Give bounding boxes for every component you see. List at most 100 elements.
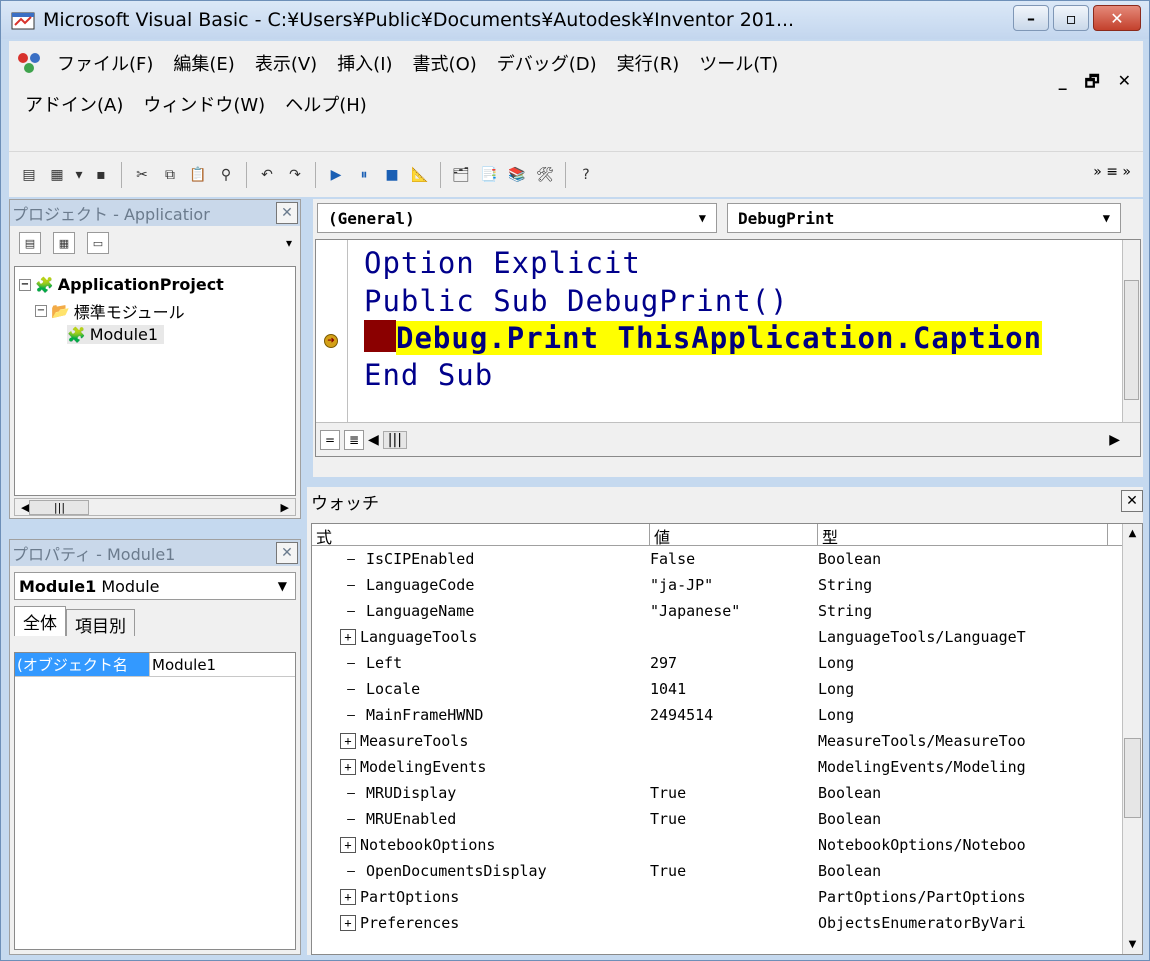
- properties-window-icon[interactable]: 📑: [478, 164, 500, 186]
- full-module-view-icon[interactable]: ≣: [344, 429, 364, 450]
- scroll-down-icon[interactable]: ▼: [1123, 939, 1142, 950]
- paste-icon[interactable]: 📋: [187, 164, 209, 186]
- column-header-type[interactable]: 型: [818, 524, 1108, 547]
- close-button[interactable]: ✕: [1093, 5, 1141, 31]
- cut-icon[interactable]: ✂: [131, 164, 153, 186]
- expand-icon[interactable]: +: [340, 915, 356, 931]
- watch-row[interactable]: — OpenDocumentsDisplay True Boolean: [312, 858, 1142, 884]
- project-close-icon[interactable]: ✕: [276, 202, 298, 224]
- help-icon[interactable]: ?: [575, 164, 597, 186]
- watch-row[interactable]: + MeasureTools MeasureTools/MeasureToo: [312, 728, 1142, 754]
- object-browser-icon[interactable]: 📚: [506, 164, 528, 186]
- column-header-expression[interactable]: 式: [312, 524, 650, 547]
- menu-help[interactable]: ヘルプ(H): [275, 91, 377, 117]
- menu-format[interactable]: 書式(O): [403, 50, 487, 76]
- tree-module[interactable]: 🧩 Module1: [67, 325, 165, 344]
- mdi-close-icon[interactable]: ✕: [1118, 71, 1131, 98]
- menu-run[interactable]: 実行(R): [607, 50, 690, 76]
- object-combo[interactable]: (General) ▼: [317, 203, 717, 233]
- collapse-icon[interactable]: −: [19, 278, 31, 291]
- view-host-icon[interactable]: ▤: [18, 164, 40, 186]
- scroll-up-icon[interactable]: ▲: [1123, 528, 1142, 539]
- watch-row[interactable]: — MainFrameHWND 2494514 Long: [312, 702, 1142, 728]
- copy-icon[interactable]: ⧉: [159, 164, 181, 186]
- watch-row[interactable]: — LanguageCode "ja-JP" String: [312, 572, 1142, 598]
- dropdown-arrow-icon[interactable]: ▾: [74, 164, 84, 186]
- expand-icon[interactable]: +: [340, 629, 356, 645]
- tree-root[interactable]: − 🧩 ApplicationProject: [19, 275, 224, 294]
- chevron-down-icon[interactable]: ▼: [699, 211, 706, 225]
- property-row[interactable]: (オブジェクト名 Module1: [15, 653, 295, 677]
- watch-row[interactable]: + Preferences ObjectsEnumeratorByVari: [312, 910, 1142, 936]
- find-icon[interactable]: ⚲: [215, 164, 237, 186]
- scroll-right-icon[interactable]: ▶: [281, 501, 289, 514]
- scroll-thumb[interactable]: |||: [29, 499, 90, 515]
- scroll-thumb[interactable]: [1124, 280, 1139, 400]
- object-selector[interactable]: Module1 Module ▼: [14, 572, 296, 600]
- break-icon[interactable]: ⏸: [353, 164, 375, 186]
- code-line-1[interactable]: Option Explicit: [364, 246, 641, 280]
- mdi-minimize-icon[interactable]: _: [1059, 71, 1067, 98]
- code-line-4[interactable]: End Sub: [364, 358, 493, 392]
- menu-edit[interactable]: 編集(E): [163, 50, 244, 76]
- toolbox-icon[interactable]: 🛠: [534, 164, 556, 186]
- watch-row[interactable]: — MRUEnabled True Boolean: [312, 806, 1142, 832]
- tree-folder[interactable]: − 📂 標準モジュール: [35, 299, 185, 323]
- procedure-combo[interactable]: DebugPrint ▼: [727, 203, 1121, 233]
- watch-row[interactable]: + NotebookOptions NotebookOptions/Noteboo: [312, 832, 1142, 858]
- watch-row[interactable]: — MRUDisplay True Boolean: [312, 780, 1142, 806]
- project-explorer-icon[interactable]: 🗂: [450, 164, 472, 186]
- redo-icon[interactable]: ↷: [284, 164, 306, 186]
- reset-icon[interactable]: ■: [381, 164, 403, 186]
- watch-row[interactable]: + ModelingEvents ModelingEvents/Modeling: [312, 754, 1142, 780]
- menu-file[interactable]: ファイル(F): [47, 50, 163, 76]
- code-vscrollbar[interactable]: [1122, 240, 1140, 424]
- menu-insert[interactable]: 挿入(I): [327, 50, 402, 76]
- code-line-2[interactable]: Public Sub DebugPrint(): [364, 284, 789, 318]
- design-mode-icon[interactable]: 📐: [409, 164, 431, 186]
- expand-icon[interactable]: +: [340, 733, 356, 749]
- expand-icon[interactable]: +: [340, 759, 356, 775]
- watch-row[interactable]: — Locale 1041 Long: [312, 676, 1142, 702]
- watch-close-icon[interactable]: ✕: [1121, 490, 1143, 512]
- watch-vscrollbar[interactable]: ▲ ▼: [1122, 524, 1142, 954]
- scroll-thumb[interactable]: [1124, 738, 1141, 818]
- view-code-icon[interactable]: ▤: [19, 232, 41, 254]
- save-icon[interactable]: ▪: [90, 164, 112, 186]
- project-hscrollbar[interactable]: ◀ ||| ▶: [14, 498, 296, 516]
- menu-window[interactable]: ウィンドウ(W): [133, 91, 275, 117]
- watch-row[interactable]: — Left 297 Long: [312, 650, 1142, 676]
- project-dropdown-icon[interactable]: ▾: [286, 236, 292, 250]
- code-editor[interactable]: ➜ Option Explicit Public Sub DebugPrint(…: [315, 239, 1141, 457]
- menu-view[interactable]: 表示(V): [245, 50, 327, 76]
- watch-row[interactable]: — IsCIPEnabled False Boolean: [312, 546, 1142, 572]
- chevron-down-icon[interactable]: ▼: [1103, 211, 1110, 225]
- toggle-folders-icon[interactable]: ▭: [87, 232, 109, 254]
- toolbar-overflow-icon[interactable]: » ≡ »: [1093, 164, 1131, 180]
- scroll-left-icon[interactable]: ◀: [368, 432, 379, 448]
- properties-close-icon[interactable]: ✕: [276, 542, 298, 564]
- chevron-down-icon[interactable]: ▼: [278, 579, 287, 593]
- code-line-3[interactable]: Debug.Print ThisApplication.Caption: [364, 320, 1043, 355]
- expand-icon[interactable]: +: [340, 889, 356, 905]
- scroll-left-icon[interactable]: ◀: [21, 501, 29, 514]
- scroll-thumb[interactable]: |||: [382, 430, 407, 449]
- tab-categorized[interactable]: 項目別: [66, 609, 135, 637]
- run-icon[interactable]: ▶: [325, 164, 347, 186]
- maximize-button[interactable]: ▫: [1053, 5, 1089, 31]
- property-value[interactable]: Module1: [150, 656, 216, 674]
- title-bar[interactable]: Microsoft Visual Basic - C:¥Users¥Public…: [1, 1, 1149, 39]
- minimize-button[interactable]: –: [1013, 5, 1049, 31]
- watch-row[interactable]: — LanguageName "Japanese" String: [312, 598, 1142, 624]
- menu-tools[interactable]: ツール(T): [689, 50, 788, 76]
- menu-debug[interactable]: デバッグ(D): [487, 50, 607, 76]
- mdi-restore-icon[interactable]: 🗗: [1085, 71, 1100, 98]
- column-header-value[interactable]: 値: [650, 524, 818, 547]
- insert-module-icon[interactable]: ▦: [46, 164, 68, 186]
- menu-addins[interactable]: アドイン(A): [15, 91, 133, 117]
- tab-alphabetic[interactable]: 全体: [14, 606, 66, 636]
- view-object-icon[interactable]: ▦: [53, 232, 75, 254]
- undo-icon[interactable]: ↶: [256, 164, 278, 186]
- watch-row[interactable]: + LanguageTools LanguageTools/LanguageT: [312, 624, 1142, 650]
- procedure-view-icon[interactable]: =: [320, 429, 340, 450]
